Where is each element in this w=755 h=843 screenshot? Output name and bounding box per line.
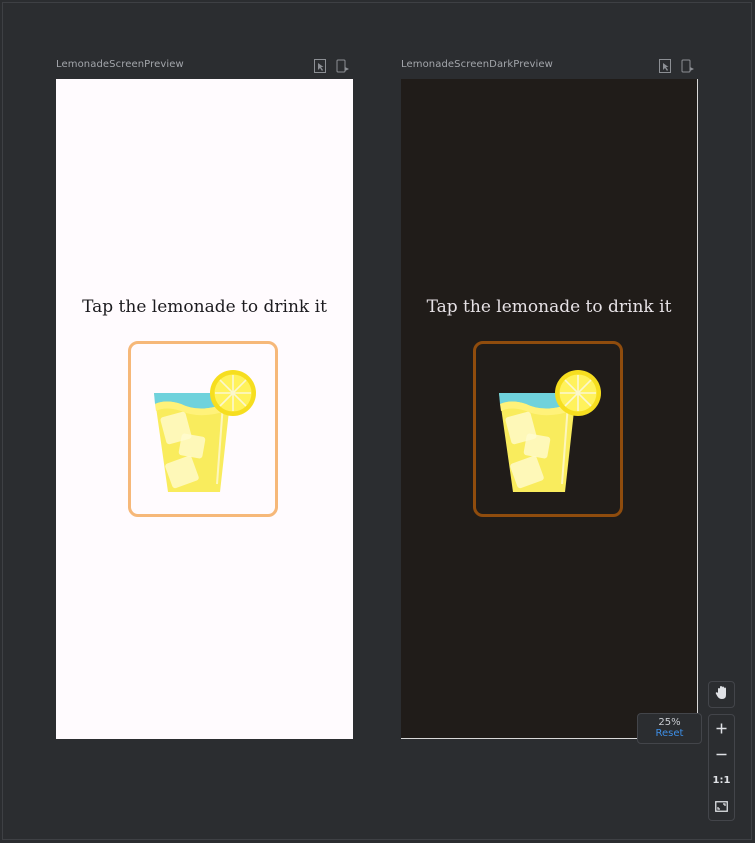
zoom-to-fit-button[interactable]	[709, 794, 734, 819]
deploy-to-device-icon[interactable]	[681, 58, 694, 73]
preview-title-dark: LemonadeScreenDarkPreview	[401, 59, 553, 70]
pan-tool-button[interactable]	[708, 681, 735, 708]
lemonade-glass-icon	[499, 370, 601, 492]
interactive-mode-icon[interactable]	[314, 58, 326, 73]
zoom-level-text: 25%	[658, 717, 681, 728]
minus-icon	[716, 745, 727, 764]
instruction-text: Tap the lemonade to drink it	[82, 297, 327, 317]
fit-screen-icon	[715, 797, 728, 816]
deploy-to-device-icon[interactable]	[336, 58, 349, 73]
actual-size-label: 1:1	[712, 775, 731, 786]
zoom-reset-link[interactable]: Reset	[638, 728, 701, 740]
zoom-level-indicator: 25% Reset	[637, 713, 702, 744]
zoom-actual-size-button[interactable]: 1:1	[709, 768, 734, 793]
interactive-mode-icon[interactable]	[659, 58, 671, 73]
preview-title-light: LemonadeScreenPreview	[56, 59, 184, 70]
light-preview-screen[interactable]: Tap the lemonade to drink it	[56, 79, 353, 739]
dark-preview-screen[interactable]: Tap the lemonade to drink it	[401, 79, 698, 739]
lemonade-glass-icon	[154, 370, 256, 492]
lemonade-image-button[interactable]	[473, 341, 623, 517]
zoom-in-button[interactable]	[709, 716, 734, 741]
hand-icon	[715, 685, 729, 704]
zoom-out-button[interactable]	[709, 742, 734, 767]
instruction-text: Tap the lemonade to drink it	[426, 297, 672, 317]
plus-icon	[716, 719, 727, 738]
lemonade-image-button[interactable]	[128, 341, 278, 517]
zoom-controls: 1:1	[708, 714, 735, 821]
